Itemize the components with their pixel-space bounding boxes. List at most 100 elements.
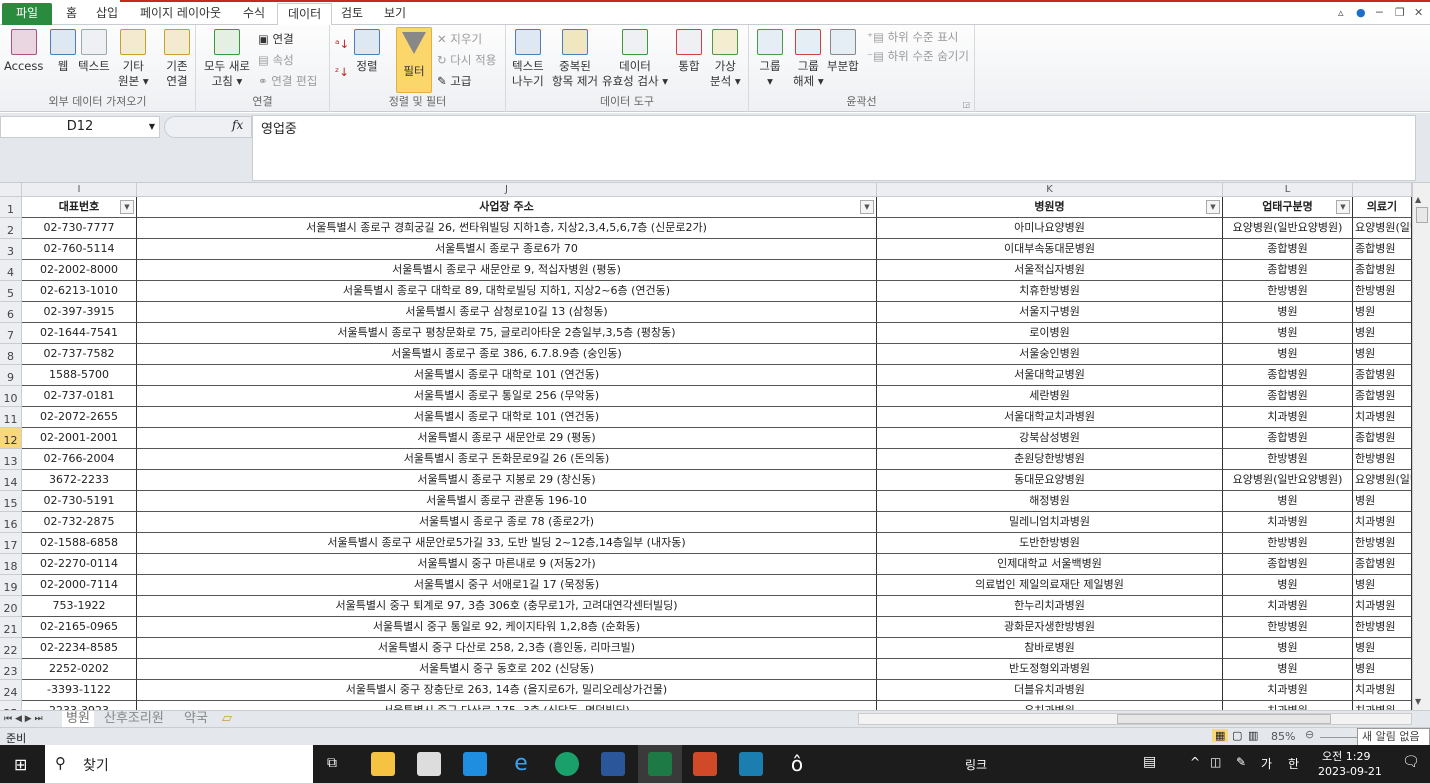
- row-header[interactable]: 6: [0, 302, 22, 323]
- cell[interactable]: -3393-1122: [22, 680, 137, 701]
- cell[interactable]: 한누리치과병원: [877, 596, 1223, 617]
- filter-dropdown-icon[interactable]: ▼: [1206, 200, 1220, 214]
- row-header[interactable]: 23: [0, 659, 22, 680]
- page-break-view-icon[interactable]: ▥: [1248, 729, 1258, 742]
- sort-button[interactable]: 정렬: [354, 29, 380, 74]
- cell[interactable]: 2252-0202: [22, 659, 137, 680]
- name-box[interactable]: D12 ▼: [0, 116, 160, 138]
- store-icon[interactable]: [417, 752, 441, 776]
- cell[interactable]: 02-732-2875: [22, 512, 137, 533]
- filter-dropdown-icon[interactable]: ▼: [1336, 200, 1350, 214]
- restore-icon[interactable]: ❐: [1395, 6, 1405, 19]
- task-view-icon[interactable]: ⧉: [327, 755, 337, 771]
- cell[interactable]: 더블유치과병원: [877, 680, 1223, 701]
- cell[interactable]: 서울특별시 종로구 새문안로5가길 33, 도반 빌딩 2~12층,14층일부 …: [137, 533, 877, 554]
- column-filter-header[interactable]: 대표번호 ▼: [22, 197, 137, 218]
- cell[interactable]: 서울특별시 종로구 삼청로10길 13 (삼청동): [137, 302, 877, 323]
- cell[interactable]: 02-760-5114: [22, 239, 137, 260]
- sort-ascending-button[interactable]: ᵃ↓: [335, 37, 349, 51]
- cell[interactable]: 동대문요양병원: [877, 470, 1223, 491]
- cell[interactable]: 서울특별시 중구 다산로 258, 2,3층 (흥인동, 리마크빌): [137, 638, 877, 659]
- cell[interactable]: 02-730-5191: [22, 491, 137, 512]
- cell[interactable]: 1588-5700: [22, 365, 137, 386]
- cell[interactable]: 서울특별시 종로구 경희궁길 26, 썬타워빌딩 지하1층, 지상2,3,4,5…: [137, 218, 877, 239]
- cell[interactable]: 종합병원: [1223, 554, 1353, 575]
- cell[interactable]: 02-6213-1010: [22, 281, 137, 302]
- row-header[interactable]: 19: [0, 575, 22, 596]
- row-header[interactable]: 8: [0, 344, 22, 365]
- cell[interactable]: 병원: [1223, 491, 1353, 512]
- column-filter-header[interactable]: 병원명 ▼: [877, 197, 1223, 218]
- cell[interactable]: 치과병원: [1353, 407, 1412, 428]
- dialog-launcher-icon[interactable]: ◲: [962, 100, 970, 109]
- zoom-slider[interactable]: [1320, 737, 1360, 738]
- cell[interactable]: 서울특별시 종로구 대학로 101 (연건동): [137, 365, 877, 386]
- cell[interactable]: 병원: [1353, 491, 1412, 512]
- cell[interactable]: 서울적십자병원: [877, 260, 1223, 281]
- tab-review[interactable]: 검토: [331, 3, 373, 25]
- cell[interactable]: 종합병원: [1223, 386, 1353, 407]
- cell[interactable]: 한방병원: [1223, 449, 1353, 470]
- column-header[interactable]: L: [1223, 183, 1353, 197]
- sort-descending-button[interactable]: ᶻ↓: [335, 65, 349, 79]
- other-sources-button[interactable]: 기타 원본 ▾: [118, 29, 149, 89]
- row-header[interactable]: 25: [0, 701, 22, 710]
- group-button[interactable]: 그룹 ▾: [757, 29, 783, 89]
- cell[interactable]: 02-730-7777: [22, 218, 137, 239]
- cell[interactable]: 한방병원: [1353, 617, 1412, 638]
- web-button[interactable]: 웹: [50, 29, 76, 74]
- cell[interactable]: 02-2001-2001: [22, 428, 137, 449]
- help-icon[interactable]: ●: [1356, 6, 1366, 19]
- row-header[interactable]: 24: [0, 680, 22, 701]
- ie-icon[interactable]: e: [509, 752, 533, 776]
- vertical-scrollbar[interactable]: ▲ ▼: [1412, 183, 1430, 710]
- minimize-ribbon-icon[interactable]: ▵: [1338, 6, 1344, 19]
- cell[interactable]: 서울특별시 중구 서애로1길 17 (묵정동): [137, 575, 877, 596]
- cell[interactable]: 병원: [1353, 302, 1412, 323]
- cell[interactable]: 서울특별시 종로구 종로6가 70: [137, 239, 877, 260]
- ungroup-button[interactable]: 그룹 해제 ▾: [793, 29, 824, 89]
- edit-links-button[interactable]: ⚭ 연결 편집: [258, 73, 317, 89]
- cell[interactable]: 치과병원: [1353, 596, 1412, 617]
- clock-date[interactable]: 2023-09-21: [1318, 765, 1382, 778]
- cell[interactable]: 02-2002-8000: [22, 260, 137, 281]
- excel-taskbar-active[interactable]: [638, 745, 682, 783]
- row-header[interactable]: 11: [0, 407, 22, 428]
- cell[interactable]: 병원: [1353, 344, 1412, 365]
- cell[interactable]: 한방병원: [1223, 533, 1353, 554]
- column-header[interactable]: K: [877, 183, 1223, 197]
- cell[interactable]: 해정병원: [877, 491, 1223, 512]
- powerpoint-icon[interactable]: [693, 752, 717, 776]
- page-layout-view-icon[interactable]: ▢: [1232, 729, 1242, 742]
- advanced-filter-button[interactable]: ✎ 고급: [437, 73, 471, 89]
- show-detail-button[interactable]: ⁺▤ 하위 수준 표시: [867, 29, 958, 45]
- edge-icon[interactable]: [555, 752, 579, 776]
- cell[interactable]: 한방병원: [1353, 281, 1412, 302]
- cell[interactable]: 로이병원: [877, 323, 1223, 344]
- cell[interactable]: 서울특별시 종로구 종로 386, 6.7.8.9층 (숭인동): [137, 344, 877, 365]
- cell[interactable]: 치과병원: [1223, 701, 1353, 710]
- cell[interactable]: 한방병원: [1353, 449, 1412, 470]
- cell[interactable]: 치과병원: [1223, 512, 1353, 533]
- row-header[interactable]: 10: [0, 386, 22, 407]
- minimize-icon[interactable]: ─: [1376, 6, 1383, 19]
- cell[interactable]: 02-2000-7114: [22, 575, 137, 596]
- cell[interactable]: 강북삼성병원: [877, 428, 1223, 449]
- cell[interactable]: 의료법인 제일의료재단 제일병원: [877, 575, 1223, 596]
- row-header[interactable]: 3: [0, 239, 22, 260]
- column-filter-header[interactable]: 업태구분명 ▼: [1223, 197, 1353, 218]
- cell[interactable]: 종합병원: [1223, 260, 1353, 281]
- cell[interactable]: 요양병원(일반요양병원): [1223, 218, 1353, 239]
- cell[interactable]: 요양병원(일반요양병원): [1353, 218, 1412, 239]
- row-header[interactable]: 22: [0, 638, 22, 659]
- cell[interactable]: 서울특별시 중구 마른내로 9 (저동2가): [137, 554, 877, 575]
- cell[interactable]: 한방병원: [1223, 281, 1353, 302]
- cell[interactable]: 치과병원: [1353, 701, 1412, 710]
- cell[interactable]: 종합병원: [1353, 365, 1412, 386]
- filter-dropdown-icon[interactable]: ▼: [860, 200, 874, 214]
- cell[interactable]: 치과병원: [1223, 407, 1353, 428]
- cell[interactable]: 요양병원(일반요양병원): [1223, 470, 1353, 491]
- ime-mode[interactable]: 가: [1261, 755, 1272, 772]
- column-header[interactable]: I: [22, 183, 137, 197]
- reapply-button[interactable]: ↻ 다시 적용: [437, 52, 496, 68]
